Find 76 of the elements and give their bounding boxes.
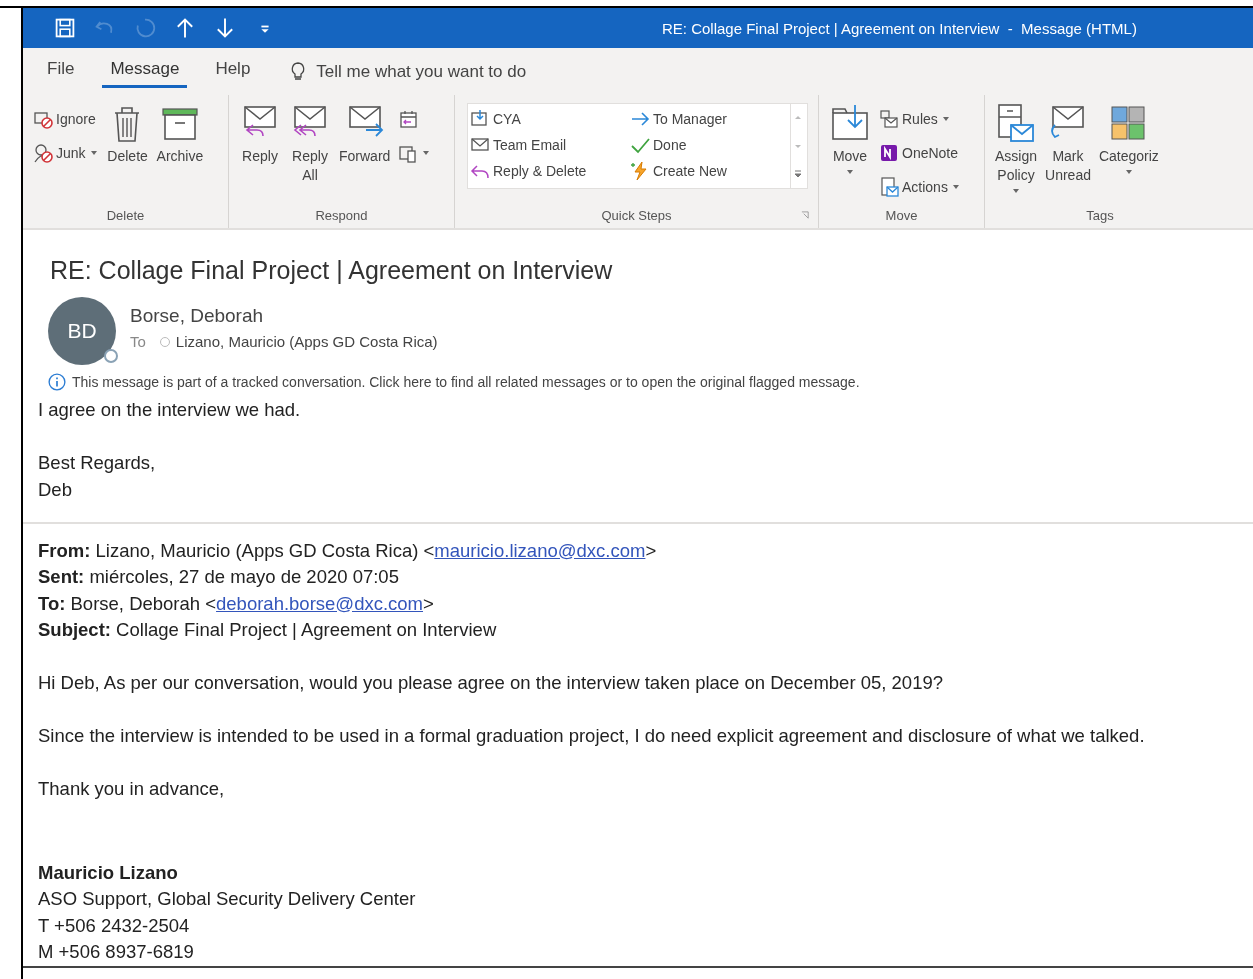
lightbulb-icon <box>290 61 307 82</box>
quick-step-button[interactable]: Team Email <box>470 132 630 158</box>
signature-name: Mauricio Lizano <box>38 860 179 885</box>
quick-step-button[interactable]: Reply & Delete <box>470 158 630 184</box>
ignore-icon <box>33 109 53 129</box>
ribbon-tab[interactable]: File <box>39 55 83 88</box>
junk-icon <box>33 143 53 163</box>
calendar-icon <box>398 109 419 129</box>
header-field: From: Lizano, Mauricio (Apps GD Costa Rica) < <box>38 537 435 564</box>
ribbon-button[interactable]: Archive <box>154 103 206 166</box>
save-icon[interactable] <box>53 16 77 40</box>
ribbon-small-button[interactable]: Ignore <box>31 103 101 135</box>
body-text: Hi Deb, As per our conversation, would you please agree on the interview taken place on December 05, 2019? <box>38 671 944 695</box>
policy-icon <box>995 103 1037 143</box>
avatar: BD <box>48 297 116 365</box>
rules-icon <box>879 109 899 129</box>
bracket-text: > <box>645 538 657 563</box>
group-label: Quick Steps <box>601 207 672 223</box>
signature-line: ASO Support, Global Security Delivery Center <box>38 887 417 911</box>
header-field: To: Borse, Deborah < <box>38 590 217 617</box>
info-bar-text[interactable]: This message is part of a tracked conversation. Click here to find all related messages or to open the original flagged message. <box>72 374 860 390</box>
quick-step-button[interactable]: Create New <box>630 158 790 184</box>
caret-icon <box>847 169 853 174</box>
caret-icon <box>90 151 97 155</box>
body-text: Thank you in advance, <box>38 777 226 801</box>
group-label: Tags <box>1086 207 1114 223</box>
group-label: Respond <box>315 207 368 223</box>
ribbon-tab[interactable]: Help <box>207 55 259 88</box>
ribbon-button[interactable]: Reply All <box>287 103 333 185</box>
ribbon-button[interactable]: Move <box>827 103 873 178</box>
sender-name: Borse, Deborah <box>130 305 265 327</box>
quick-step-button[interactable]: To Manager <box>630 106 790 132</box>
ribbon-tab[interactable]: Message <box>102 55 188 88</box>
ribbon-button[interactable]: Mark Unread <box>1043 103 1093 185</box>
notebook-icon <box>879 143 899 163</box>
group-label: Move <box>885 208 918 223</box>
header-field: Sent: miércoles, 27 de mayo de 2020 07:05 <box>38 564 399 591</box>
quick-step-button[interactable]: Done <box>630 132 790 158</box>
signature-line: T +506 2432-2504 <box>38 913 191 938</box>
ribbon-small-button[interactable]: OneNote <box>877 137 963 169</box>
to-label: To <box>130 333 146 350</box>
actions-icon <box>879 177 899 197</box>
ribbon-small-button[interactable]: Actions <box>877 171 963 203</box>
signature-line: M +506 8937-6819 <box>38 940 195 964</box>
bracket-text: > <box>423 591 434 616</box>
caret-icon <box>1013 188 1019 193</box>
recipient-name[interactable]: Lizano, Mauricio (Apps GD Costa Rica) <box>175 333 438 350</box>
caret-icon <box>952 185 959 189</box>
ribbon-button[interactable]: Categoriz <box>1096 103 1161 178</box>
body-text: Deb <box>38 477 73 502</box>
message-subject: RE: Collage Final Project | Agreement on Interview <box>50 256 614 285</box>
ribbon-button[interactable]: Delete <box>104 103 151 166</box>
group-label: Delete <box>106 207 145 223</box>
move-folder-icon <box>829 103 871 143</box>
search-field[interactable]: Tell me what you want to do <box>314 60 599 83</box>
caret-icon <box>423 151 430 155</box>
ribbon-small-button[interactable]: Rules <box>877 103 963 135</box>
dialog-launcher-icon[interactable] <box>801 210 810 220</box>
quick-step-button[interactable]: CYA <box>470 106 630 132</box>
lightning-icon <box>630 161 650 181</box>
window-title: RE: Collage Final Project | Agreement on Interview - Message (HTML) <box>662 19 1137 37</box>
presence-icon <box>104 349 118 363</box>
ribbon-button[interactable]: Assign Policy <box>993 103 1040 197</box>
caret-icon <box>1125 169 1132 174</box>
body-text: Best Regards, <box>38 451 157 475</box>
body-text: Since the interview is intended to be used in a formal graduation project, I do need explicit agreement and disclosure of what we talked. <box>38 724 1146 748</box>
ribbon-small-button[interactable]: Junk <box>31 137 101 169</box>
info-icon <box>48 373 66 391</box>
email-link[interactable]: deborah.borse@dxc.com <box>216 590 423 617</box>
body-text: I agree on the interview we had. <box>38 398 302 422</box>
ribbon-button[interactable]: Forward <box>337 103 393 166</box>
devices-icon <box>398 143 419 163</box>
ribbon-button[interactable]: Reply <box>237 103 283 166</box>
header-field: Subject: Collage Final Project | Agreement on Interview <box>38 617 497 644</box>
email-link[interactable]: mauricio.lizano@dxc.com <box>434 537 646 564</box>
caret-icon <box>942 117 949 121</box>
